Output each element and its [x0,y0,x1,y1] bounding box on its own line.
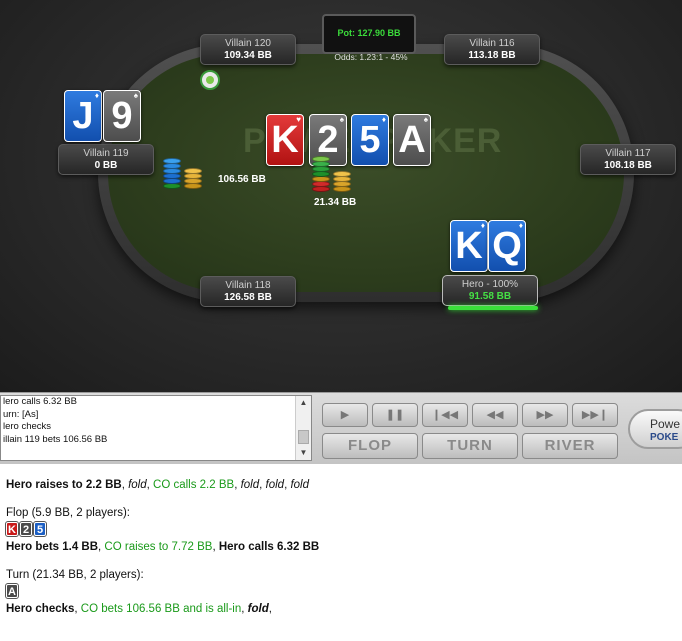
pause-button[interactable]: ❚❚ [372,403,418,427]
seat-villain-119: Villain 119 0 BB [58,144,154,175]
turn-button[interactable]: TURN [422,433,518,459]
skip-end-icon: ▶▶❙ [581,409,609,421]
turn-header: Turn (21.34 BB, 2 players): [6,569,144,581]
powerpoker-logo: Powe POKE [628,409,682,449]
forward-icon: ▶▶ [536,409,554,421]
seat-villain-116: Villain 116 113.18 BB [444,34,540,65]
skip-start-icon: ❙◀◀ [431,409,459,421]
flop-header: Flop (5.9 BB, 2 players): [6,507,130,519]
seat-hero: Hero - 100% 91.58 BB [442,275,538,306]
poker-table-area: POWERPOKER Pot: 127.90 BB Odds: 1.23:1 -… [0,0,682,392]
play-button[interactable]: ▶ [322,403,368,427]
seat-name: Villain 117 [605,148,651,159]
hero-hole-card: ♦ K [450,220,488,272]
hand-history: Hero raises to 2.2 BB, fold, CO calls 2.… [5,478,676,616]
flop-button[interactable]: FLOP [322,433,418,459]
villain-hole-card: ♠ 9 [103,90,141,142]
seat-stack: 113.18 BB [468,50,516,61]
pause-icon: ❚❚ [385,409,405,421]
turn-actions: Hero checks, CO bets 106.56 BB and is al… [6,603,272,615]
log-line: lero calls 6.32 BB [3,396,77,407]
skip-start-button[interactable]: ❙◀◀ [422,403,468,427]
scroll-up-icon[interactable]: ▲ [296,396,311,410]
rewind-button[interactable]: ◀◀ [472,403,518,427]
hero-hole-card: ♦ Q [488,220,526,272]
dealer-button-icon [200,70,220,90]
river-button[interactable]: RIVER [522,433,618,459]
rewind-icon: ◀◀ [486,409,504,421]
replayer-window: POWERPOKER Pot: 127.90 BB Odds: 1.23:1 -… [0,0,682,641]
seat-name: Villain 116 [469,38,515,49]
pot-display: Pot: 127.90 BB [322,14,416,54]
forward-button[interactable]: ▶▶ [522,403,568,427]
seat-stack: 108.18 BB [604,160,652,171]
log-line: illain 119 bets 106.56 BB [3,433,108,445]
seat-stack: 91.58 BB [468,291,512,302]
skip-end-button[interactable]: ▶▶❙ [572,403,618,427]
replay-controls: lero calls 6.32 BB urn: [As] lero checks… [0,392,682,464]
play-icon: ▶ [340,409,350,421]
hero-bet-amount: 21.34 BB [314,197,357,208]
seat-villain-117: Villain 117 108.18 BB [580,144,676,175]
scroll-down-icon[interactable]: ▼ [296,446,311,460]
seat-villain-118: Villain 118 126.58 BB [200,276,296,307]
log-line: urn: [As] [3,408,39,420]
scroll-thumb[interactable] [298,430,309,444]
seat-stack: 109.34 BB [224,50,272,61]
board-card: ♦ 5 [351,114,389,166]
seat-name: Villain 120 [225,38,271,49]
hero-active-indicator [448,306,538,310]
seat-stack: 126.58 BB [224,292,272,303]
seat-name: Villain 118 [225,280,271,291]
seat-stack: 0 BB [94,160,118,171]
villain-hole-card: ♦ J [64,90,102,142]
seat-villain-120: Villain 120 109.34 BB [200,34,296,65]
board-card: ♠ A [393,114,431,166]
board-card: ♥ K [266,114,304,166]
seat-name: Hero - 100% [461,279,519,290]
pot-odds: Odds: 1.23:1 - 45% [334,52,408,62]
seat-name: Villain 119 [83,148,129,159]
pot-amount: Pot: 127.90 BB [337,28,401,38]
flop-actions: Hero bets 1.4 BB, CO raises to 7.72 BB, … [6,541,320,553]
log-line: lero checks [3,421,52,432]
flop-cards: K25 [5,521,676,537]
log-scrollbar[interactable]: ▲ ▼ [295,396,311,460]
villain-bet-amount: 106.56 BB [218,174,266,185]
turn-cards: A [5,583,676,599]
action-log[interactable]: lero calls 6.32 BB urn: [As] lero checks… [0,395,312,461]
preflop-actions: Hero raises to 2.2 BB, fold, CO calls 2.… [6,479,309,491]
